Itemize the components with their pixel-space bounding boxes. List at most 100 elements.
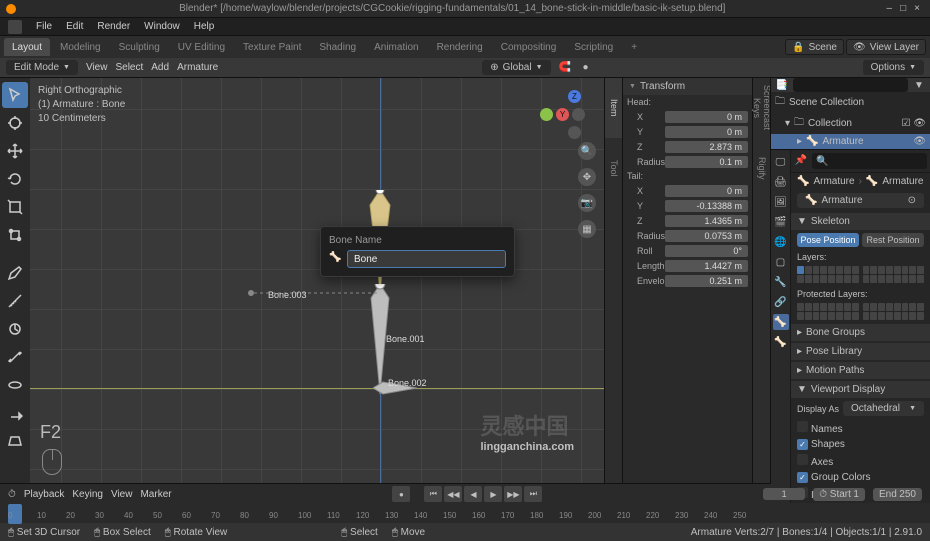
proptab-object[interactable]: ▢ [773,254,789,270]
head-y[interactable]: 0 m [665,126,748,138]
breadcrumb-data[interactable]: Armature [882,176,923,187]
panel-motion[interactable]: ▸ Motion Paths [791,362,930,379]
tool-select[interactable] [2,82,28,108]
tab-layout[interactable]: Layout [4,38,50,56]
autokey-btn[interactable]: ● [392,486,410,502]
scene-selector[interactable]: 🔒Scene [785,39,844,55]
panel-bonegroups[interactable]: ▸ Bone Groups [791,324,930,341]
tab-shading[interactable]: Shading [311,38,364,56]
perspective-icon[interactable]: ▦ [578,220,596,238]
proptab-armature[interactable]: 🦴 [773,314,789,330]
tab-sculpting[interactable]: Sculpting [111,38,168,56]
outliner-collection[interactable]: ▾🗀Collection☑ 👁 [771,113,930,134]
tail-radius[interactable]: 0.0753 m [665,230,748,242]
vpmenu-armature[interactable]: Armature [177,62,218,73]
pin-icon[interactable]: 📌 [794,153,808,167]
outliner-scene[interactable]: 🗀Scene Collection [771,92,930,113]
tool-roll[interactable] [2,316,28,342]
tail-x[interactable]: 0 m [665,185,748,197]
rtab-screencast[interactable]: Screencast Keys [753,78,771,138]
head-x[interactable]: 0 m [665,111,748,123]
options-dropdown[interactable]: Options▼ [863,60,924,75]
sidetab-tool[interactable]: Tool [605,138,623,198]
tab-animation[interactable]: Animation [366,38,426,56]
tool-shear[interactable] [2,428,28,454]
tool-extrude[interactable] [2,400,28,426]
armature-datablock[interactable]: 🦴Armature⊙ [797,193,924,208]
proptab-render[interactable]: 🖵 [773,154,789,170]
outliner-type-icon[interactable]: 📑 [775,78,789,92]
length[interactable]: 1.4427 m [665,260,748,272]
proptab-view[interactable]: 🖼 [773,194,789,210]
tab-uv[interactable]: UV Editing [170,38,233,56]
proptab-modifier[interactable]: 🔧 [773,274,789,290]
tl-keying[interactable]: Keying [72,489,103,500]
jump-start-btn[interactable]: ⏮ [424,486,442,502]
chk-names[interactable] [797,421,808,432]
tail-z[interactable]: 1.4365 m [665,215,748,227]
pose-position-btn[interactable]: Pose Position [797,233,859,247]
tab-rendering[interactable]: Rendering [429,38,491,56]
tool-cursor[interactable] [2,110,28,136]
tl-playback[interactable]: Playback [24,489,65,500]
tool-move[interactable] [2,138,28,164]
proptab-output[interactable]: 🖨 [773,174,789,190]
keyframe-next-btn[interactable]: ▶▶ [504,486,522,502]
play-rev-btn[interactable]: ◀ [464,486,482,502]
panel-poselib[interactable]: ▸ Pose Library [791,343,930,360]
mode-dropdown[interactable]: Edit Mode▼ [6,60,78,75]
rtab-rigify[interactable]: Rigify [753,138,771,198]
breadcrumb-obj[interactable]: Armature [813,176,854,187]
tl-view[interactable]: View [111,489,133,500]
menu-window[interactable]: Window [144,21,180,32]
tl-marker[interactable]: Marker [140,489,171,500]
blender-icon[interactable] [8,20,22,34]
filter-icon[interactable]: ▼ [912,78,926,92]
display-as-dropdown[interactable]: Octahedral▼ [843,401,924,416]
chk-gcolors[interactable]: ✓ [797,472,808,483]
zoom-icon[interactable]: 🔍 [578,142,596,160]
camera-icon[interactable]: 📷 [578,194,596,212]
chk-shapes[interactable]: ✓ [797,439,808,450]
timeline-type-icon[interactable]: ⏱ [8,489,16,500]
rest-position-btn[interactable]: Rest Position [862,233,924,247]
tab-texpaint[interactable]: Texture Paint [235,38,309,56]
panel-skeleton[interactable]: ▼ Skeleton [791,213,930,230]
timeline-ruler[interactable]: 0102030405060708090100110120130140150160… [0,504,930,524]
snap-toggle[interactable]: 🧲 [559,62,575,73]
tool-bone-size[interactable] [2,344,28,370]
roll[interactable]: 0° [665,245,748,257]
play-btn[interactable]: ▶ [484,486,502,502]
proptab-bone[interactable]: 🦴 [773,334,789,350]
keyframe-prev-btn[interactable]: ◀◀ [444,486,462,502]
nav-gizmo[interactable]: Z Y [554,94,594,134]
head-z[interactable]: 2.873 m [665,141,748,153]
vpmenu-view[interactable]: View [86,62,108,73]
outliner-armature[interactable]: ▸🦴Armature👁 [771,134,930,149]
end-frame[interactable]: End 250 [873,488,922,501]
menu-edit[interactable]: Edit [66,21,83,32]
proportional-toggle[interactable]: ● [583,62,599,73]
tool-annotate[interactable] [2,260,28,286]
bone-name-input[interactable] [347,250,506,268]
vpmenu-select[interactable]: Select [115,62,143,73]
tab-scripting[interactable]: Scripting [566,38,621,56]
tool-rotate[interactable] [2,166,28,192]
menu-file[interactable]: File [36,21,52,32]
sidetab-item[interactable]: Item [605,78,623,138]
head-radius[interactable]: 0.1 m [665,156,748,168]
window-close[interactable]: × [914,3,920,14]
window-min[interactable]: – [887,3,893,14]
jump-end-btn[interactable]: ⏭ [524,486,542,502]
viewlayer-selector[interactable]: 👁View Layer [846,39,926,55]
menu-render[interactable]: Render [97,21,130,32]
proptab-constraint[interactable]: 🔗 [773,294,789,310]
tool-measure[interactable] [2,288,28,314]
tail-y[interactable]: -0.13388 m [665,200,748,212]
move-view-icon[interactable]: ✥ [578,168,596,186]
tab-modeling[interactable]: Modeling [52,38,109,56]
menu-help[interactable]: Help [194,21,215,32]
tab-add[interactable]: + [623,38,645,56]
panel-transform[interactable]: Transform [623,78,752,95]
vpmenu-add[interactable]: Add [151,62,169,73]
